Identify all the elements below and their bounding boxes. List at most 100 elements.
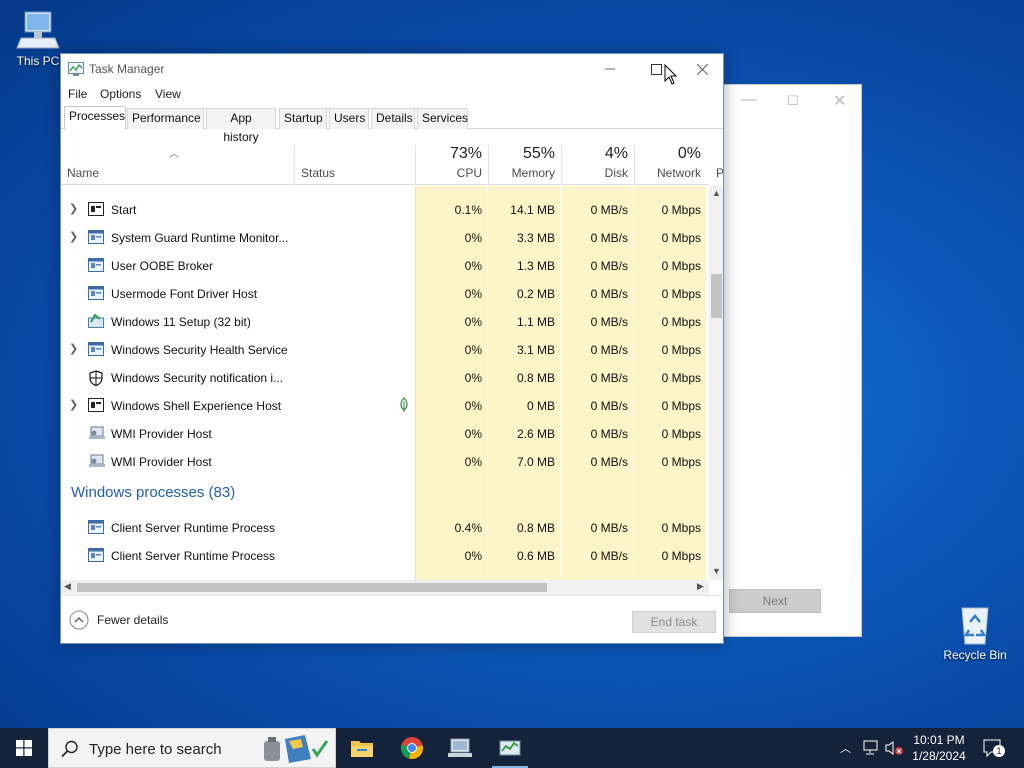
- menu-view[interactable]: View: [155, 87, 181, 101]
- memory-cell: 0 MB: [526, 399, 555, 413]
- recycle-bin-desktop-icon[interactable]: Recycle Bin: [937, 602, 1013, 662]
- process-name: Windows Shell Experience Host: [111, 399, 282, 413]
- table-row[interactable]: ❯ Start 0.1% 14.1 MB 0 MB/s 0 Mbps: [61, 196, 709, 224]
- disk-cell: 0 MB/s: [590, 521, 628, 535]
- scroll-up-icon[interactable]: ▲: [712, 188, 721, 198]
- network-cell: 0 Mbps: [661, 315, 701, 329]
- close-button[interactable]: [679, 54, 723, 84]
- column-cpu[interactable]: 73% CPU: [415, 145, 488, 185]
- table-row[interactable]: ❯ Windows Security Health Service 0% 3.1 MB…: [61, 336, 709, 364]
- leaf-suspended-icon: [399, 397, 409, 416]
- tab-startup[interactable]: Startup: [279, 108, 327, 129]
- process-name: Windows 11 Setup (32 bit): [111, 315, 251, 329]
- fewer-details-button[interactable]: Fewer details: [69, 610, 168, 630]
- table-row[interactable]: Windows 11 Setup (32 bit) 0% 1.1 MB 0 MB/s 0…: [61, 308, 709, 336]
- end-task-button[interactable]: End task: [632, 611, 716, 633]
- disk-cell: 0 MB/s: [590, 315, 628, 329]
- column-disk[interactable]: 4% Disk: [561, 145, 634, 185]
- table-row[interactable]: Windows Security notification i... 0% 0.8 …: [61, 364, 709, 392]
- network-cell: 0 Mbps: [661, 371, 701, 385]
- memory-cell: 0.6 MB: [516, 549, 555, 563]
- tab-details[interactable]: Details: [371, 108, 415, 129]
- tab-processes[interactable]: Processes: [64, 106, 126, 130]
- table-row[interactable]: User OOBE Broker 0% 1.3 MB 0 MB/s 0 Mbps: [61, 252, 709, 280]
- taskbar-task-manager[interactable]: [486, 728, 534, 768]
- memory-percent: 55%: [522, 145, 555, 162]
- taskbar-search-box[interactable]: Type here to search: [48, 728, 336, 768]
- table-row[interactable]: ❯ Windows Shell Experience Host 0% 0 MB 0 MB…: [61, 392, 709, 420]
- cpu-cell: 0%: [464, 549, 482, 563]
- column-memory[interactable]: 55% Memory: [488, 145, 561, 185]
- expand-chevron-icon[interactable]: ❯: [69, 398, 78, 411]
- process-name: Windows Security notification i...: [111, 371, 284, 385]
- setup-close-button[interactable]: ✕: [833, 91, 846, 111]
- expand-chevron-icon[interactable]: ❯: [69, 202, 78, 215]
- memory-cell: 1.3 MB: [516, 259, 555, 273]
- section-header-windows-processes[interactable]: Windows processes (83): [71, 484, 235, 501]
- column-power-partial[interactable]: P: [716, 166, 723, 180]
- taskbar: Type here to search ︿ 10:01 PM 1/28/2024: [0, 728, 1024, 768]
- taskbar-network-app[interactable]: [436, 728, 484, 768]
- disk-cell: 0 MB/s: [590, 427, 628, 441]
- memory-cell: 1.1 MB: [516, 315, 555, 329]
- network-status-icon[interactable]: [862, 740, 880, 756]
- process-name: User OOBE Broker: [111, 259, 214, 273]
- horizontal-scroll-thumb[interactable]: [77, 583, 547, 592]
- network-computer-icon: [448, 738, 472, 757]
- title-bar[interactable]: Task Manager: [61, 54, 723, 84]
- column-name[interactable]: Name: [67, 166, 99, 180]
- tab-users[interactable]: Users: [329, 108, 369, 129]
- cpu-label: CPU: [456, 166, 482, 180]
- expand-chevron-icon[interactable]: ❯: [69, 230, 78, 243]
- table-row[interactable]: ❯ System Guard Runtime Monitor... 0% 3.3 MB…: [61, 224, 709, 252]
- menu-file[interactable]: File: [68, 87, 87, 101]
- process-list: ❯ Start 0.1% 14.1 MB 0 MB/s 0 Mbps ❯ System Gua…: [61, 186, 709, 580]
- column-network[interactable]: 0% Network: [634, 145, 707, 185]
- disk-label: Disk: [604, 166, 628, 180]
- setup-minimize-button[interactable]: —: [741, 91, 757, 109]
- cpu-cell: 0%: [464, 343, 482, 357]
- table-row[interactable]: WMI Provider Host 0% 7.0 MB 0 MB/s 0 Mbps: [61, 448, 709, 476]
- taskbar-file-explorer[interactable]: [338, 728, 386, 768]
- wmi-icon: [88, 454, 106, 471]
- setup-maximize-button[interactable]: ☐: [787, 93, 799, 109]
- scroll-right-icon[interactable]: ▶: [697, 581, 704, 592]
- search-icon: [61, 740, 78, 758]
- notification-count: 1: [993, 745, 1005, 757]
- minimize-button[interactable]: [587, 54, 633, 84]
- tab-services[interactable]: Services: [417, 108, 468, 129]
- horizontal-scrollbar[interactable]: ◀ ▶: [61, 580, 709, 595]
- service-window-icon: [88, 230, 104, 247]
- expand-chevron-icon[interactable]: ❯: [69, 342, 78, 355]
- network-cell: 0 Mbps: [661, 521, 701, 535]
- menu-options[interactable]: Options: [100, 87, 141, 101]
- table-row[interactable]: Usermode Font Driver Host 0% 0.2 MB 0 MB/s 0…: [61, 280, 709, 308]
- table-row[interactable]: Client Server Runtime Process 0.4% 0.8 MB 0…: [61, 514, 709, 542]
- disk-cell: 0 MB/s: [590, 343, 628, 357]
- network-cell: 0 Mbps: [661, 399, 701, 413]
- memory-cell: 3.1 MB: [516, 343, 555, 357]
- column-status-header[interactable]: Status: [294, 145, 415, 185]
- cpu-cell: 0%: [464, 455, 482, 469]
- memory-cell: 3.3 MB: [516, 231, 555, 245]
- notification-center-button[interactable]: 1: [982, 738, 1005, 758]
- tab-app-history[interactable]: App history: [206, 108, 276, 144]
- show-hidden-icons-chevron-icon[interactable]: ︿: [840, 740, 851, 756]
- vertical-scroll-thumb[interactable]: [711, 274, 722, 318]
- start-button[interactable]: [0, 728, 48, 768]
- task-manager-icon: [499, 740, 521, 756]
- scroll-down-icon[interactable]: ▼: [712, 566, 721, 576]
- table-row[interactable]: Client Server Runtime Process 0% 0.6 MB 0 M…: [61, 542, 709, 570]
- table-row[interactable]: WMI Provider Host 0% 2.6 MB 0 MB/s 0 Mbps: [61, 420, 709, 448]
- tab-performance[interactable]: Performance: [127, 108, 204, 129]
- next-button[interactable]: Next: [729, 589, 821, 613]
- clock-time: 10:01 PM: [913, 733, 965, 747]
- taskbar-clock[interactable]: 10:01 PM 1/28/2024: [908, 732, 970, 764]
- disk-cell: 0 MB/s: [590, 231, 628, 245]
- taskbar-chrome[interactable]: [388, 728, 436, 768]
- volume-muted-icon[interactable]: [884, 740, 904, 756]
- cpu-cell: 0%: [464, 371, 482, 385]
- vertical-scrollbar[interactable]: ▲ ▼: [709, 186, 723, 580]
- network-label: Network: [656, 166, 701, 180]
- scroll-left-icon[interactable]: ◀: [64, 581, 71, 592]
